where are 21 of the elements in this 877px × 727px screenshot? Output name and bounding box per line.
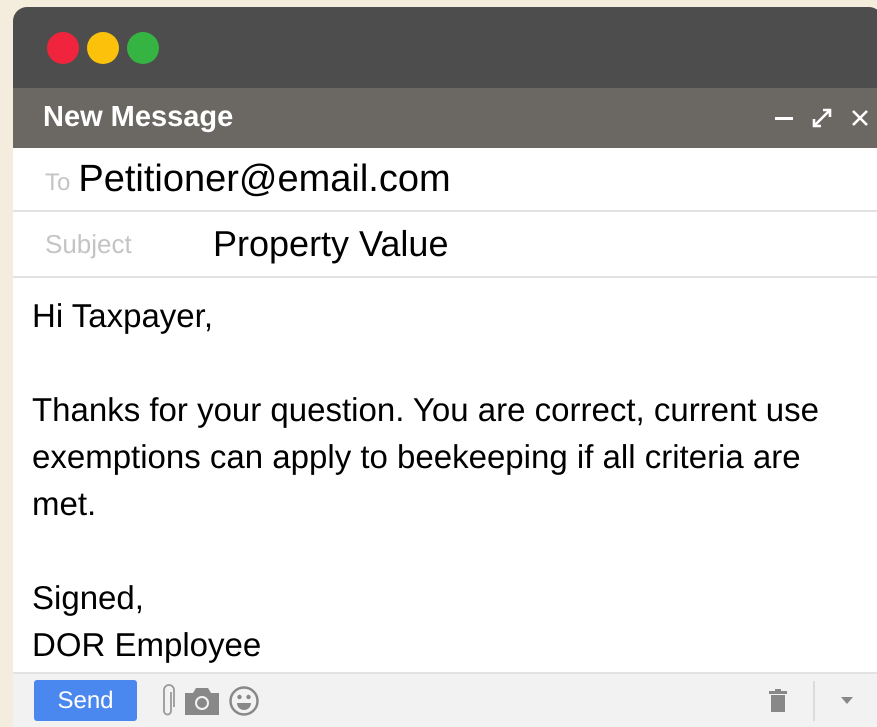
close-icon[interactable]: [851, 109, 869, 127]
subject-field[interactable]: Property Value: [213, 217, 448, 271]
send-button[interactable]: Send: [34, 680, 137, 721]
minimize-window-icon[interactable]: [87, 32, 119, 64]
close-window-icon[interactable]: [47, 32, 79, 64]
trash-icon[interactable]: [769, 689, 787, 712]
smiley-icon[interactable]: [229, 686, 259, 716]
recipient-field[interactable]: Petitioner@email.com: [78, 150, 451, 208]
message-text: Hi Taxpayer,: [32, 296, 214, 336]
field-label: Subject: [45, 228, 133, 260]
message-text: DOR Employee: [32, 625, 262, 665]
field-label: To: [45, 168, 70, 198]
minimize-icon[interactable]: [775, 116, 793, 120]
camera-icon[interactable]: [185, 686, 219, 714]
expand-icon[interactable]: [811, 107, 833, 129]
message-text: Signed,: [32, 578, 145, 618]
zoom-window-icon[interactable]: [127, 32, 159, 64]
dropdown-caret-icon[interactable]: [841, 697, 853, 704]
message-text: Thanks for your question. You are correct, current use exemptions can apply to beekeeping if all criteria are met.: [32, 390, 820, 524]
paperclip-icon[interactable]: [161, 684, 175, 718]
window-title: New Message: [43, 100, 234, 136]
